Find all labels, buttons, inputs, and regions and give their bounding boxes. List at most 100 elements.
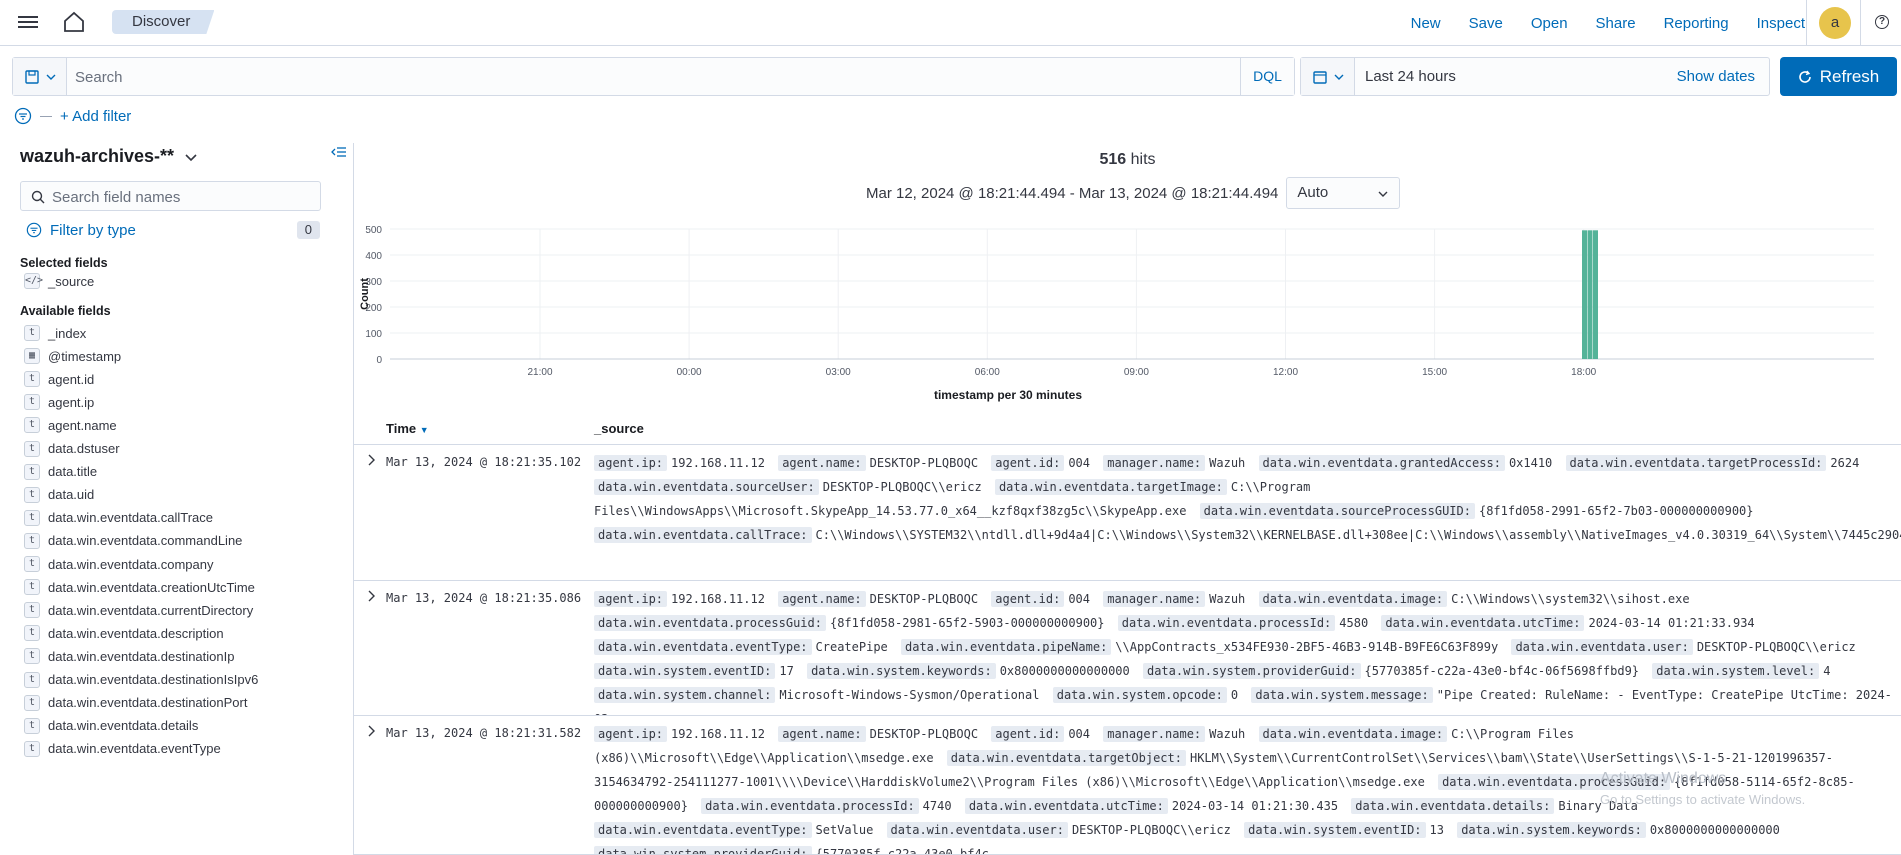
field-item[interactable]: t agent.id (24, 368, 94, 390)
interval-select[interactable]: Auto (1286, 177, 1401, 209)
saved-queries-button[interactable] (13, 58, 67, 95)
field-item[interactable]: t data.dstuser (24, 438, 120, 460)
activation-watermark: Activate Windows (1600, 770, 1727, 787)
query-language-button[interactable]: DQL (1240, 58, 1294, 95)
y-tick-label: 500 (365, 225, 382, 236)
avatar[interactable]: a (1819, 7, 1851, 39)
histogram-chart: 010020030040050021:00 00:00 03:00 06:00 09:0… (359, 225, 1874, 402)
field-name: data.win.eventdata.callTrace (48, 510, 214, 526)
menu-icon[interactable] (18, 13, 38, 31)
string-field-icon: t (24, 579, 40, 596)
top-nav-links: New Save Open Share Reporting Inspect (1383, 0, 1805, 46)
code-icon: </> (24, 273, 43, 289)
filter-options-icon[interactable] (14, 107, 32, 125)
field-key: agent.id: (991, 726, 1065, 742)
row-source: agent.ip: 192.168.11.12 agent.name: DESKTO… (594, 451, 1901, 547)
string-field-icon: t (24, 740, 40, 757)
field-name: data.win.eventdata.commandLine (48, 533, 243, 549)
help-icon[interactable]: ? (1875, 15, 1889, 29)
field-name: data.title (48, 464, 98, 480)
field-value: 4740 (922, 799, 952, 813)
field-key: agent.id: (991, 455, 1065, 471)
breadcrumb-discover[interactable]: Discover (112, 10, 214, 34)
field-item[interactable]: t data.win.eventdata.eventType (24, 738, 221, 760)
filter-by-type-label: Filter by type (50, 221, 136, 239)
field-item[interactable]: t data.win.eventdata.details (24, 715, 198, 737)
field-name: data.uid (48, 487, 95, 503)
field-key: data.win.system.eventID: (594, 663, 776, 679)
search-icon (31, 190, 45, 204)
field-item[interactable]: t agent.name (24, 414, 117, 436)
field-item[interactable]: t data.win.eventdata.creationUtcTime (24, 576, 255, 598)
column-time[interactable]: Time ▼ (386, 421, 429, 436)
field-key: agent.name: (778, 726, 866, 742)
field-value: SetValue (815, 823, 874, 837)
index-pattern-selector[interactable]: wazuh-archives-** (20, 146, 198, 167)
home-icon[interactable] (62, 10, 86, 34)
chevron-right-icon[interactable] (364, 453, 378, 467)
share-link[interactable]: Share (1596, 15, 1636, 32)
table-header: Time ▼ _source (354, 413, 1901, 445)
x-tick-label: 21:00 (527, 367, 552, 378)
field-item[interactable]: t data.win.eventdata.destinationPort (24, 692, 247, 714)
field-key: data.win.eventdata.processId: (1117, 615, 1336, 631)
field-item[interactable]: t data.title (24, 461, 97, 483)
field-item[interactable]: t data.uid (24, 484, 94, 506)
field-name: data.win.eventdata.currentDirectory (48, 602, 254, 618)
inspect-link[interactable]: Inspect (1757, 15, 1805, 32)
selected-fields-title: Selected fields (20, 256, 108, 270)
field-value: 192.168.11.12 (671, 456, 765, 470)
field-item[interactable]: t data.win.eventdata.commandLine (24, 530, 242, 552)
open-link[interactable]: Open (1531, 15, 1568, 32)
field-name: data.win.eventdata.destinationPort (48, 695, 248, 711)
field-item[interactable]: t data.win.eventdata.destinationIp (24, 645, 234, 667)
string-field-icon: t (24, 463, 40, 480)
bar (1593, 230, 1598, 359)
quick-date-button[interactable] (1301, 58, 1355, 95)
field-item[interactable]: t agent.ip (24, 391, 94, 413)
field-search-input[interactable] (52, 188, 312, 206)
reporting-link[interactable]: Reporting (1664, 15, 1729, 32)
field-search (20, 181, 321, 211)
show-dates-link[interactable]: Show dates (1677, 58, 1755, 95)
filter-by-type-button[interactable]: Filter by type 0 (26, 219, 322, 241)
field-item[interactable]: t data.win.eventdata.currentDirectory (24, 599, 253, 621)
field-value: Wazuh (1209, 592, 1246, 606)
field-item-source[interactable]: </> _source (24, 270, 94, 292)
field-item[interactable]: t data.win.eventdata.description (24, 622, 224, 644)
date-picker: Last 24 hours Show dates (1300, 57, 1770, 96)
field-key: data.win.eventdata.processGuid: (594, 615, 826, 631)
chevron-down-icon (185, 153, 197, 161)
field-item[interactable]: t data.win.eventdata.callTrace (24, 507, 213, 529)
field-key: data.win.eventdata.sourceProcessGUID: (1199, 503, 1475, 519)
save-link[interactable]: Save (1469, 15, 1503, 32)
new-link[interactable]: New (1411, 15, 1441, 32)
collapse-sidebar-icon[interactable] (331, 144, 347, 160)
date-range-text[interactable]: Last 24 hours (1365, 58, 1456, 95)
field-value: C:\\Windows\\system32\\sihost.exe (1451, 592, 1690, 606)
field-value: 4580 (1339, 616, 1369, 630)
chevron-right-icon[interactable] (364, 589, 378, 603)
field-value: 0x8000000000000000 (1649, 823, 1780, 837)
string-field-icon: t (24, 648, 40, 665)
field-value: 2624 (1830, 456, 1860, 470)
field-item[interactable]: t data.win.eventdata.destinationIsIpv6 (24, 669, 258, 691)
divider (40, 115, 52, 117)
field-item[interactable]: t _index (24, 322, 86, 344)
field-key: agent.ip: (594, 726, 668, 742)
refresh-button[interactable]: Refresh (1780, 57, 1897, 96)
search-input[interactable] (75, 67, 1245, 87)
chevron-right-icon[interactable] (364, 724, 378, 738)
field-item[interactable]: ▦ @timestamp (24, 345, 121, 367)
add-filter-button[interactable]: + Add filter (60, 108, 131, 125)
field-item[interactable]: t data.win.eventdata.company (24, 553, 214, 575)
field-key: data.win.eventdata.sourceUser: (594, 479, 819, 495)
index-pattern-label: wazuh-archives-** (20, 146, 175, 166)
field-value: 0x1410 (1508, 456, 1553, 470)
string-field-icon: t (24, 417, 40, 434)
field-name: agent.ip (48, 394, 95, 410)
string-field-icon: t (24, 625, 40, 642)
field-value: Wazuh (1209, 456, 1246, 470)
field-value: {8f1fd058-2991-65f2-7b03-000000000900} (1478, 504, 1754, 518)
field-key: data.win.eventdata.eventType: (594, 639, 812, 655)
